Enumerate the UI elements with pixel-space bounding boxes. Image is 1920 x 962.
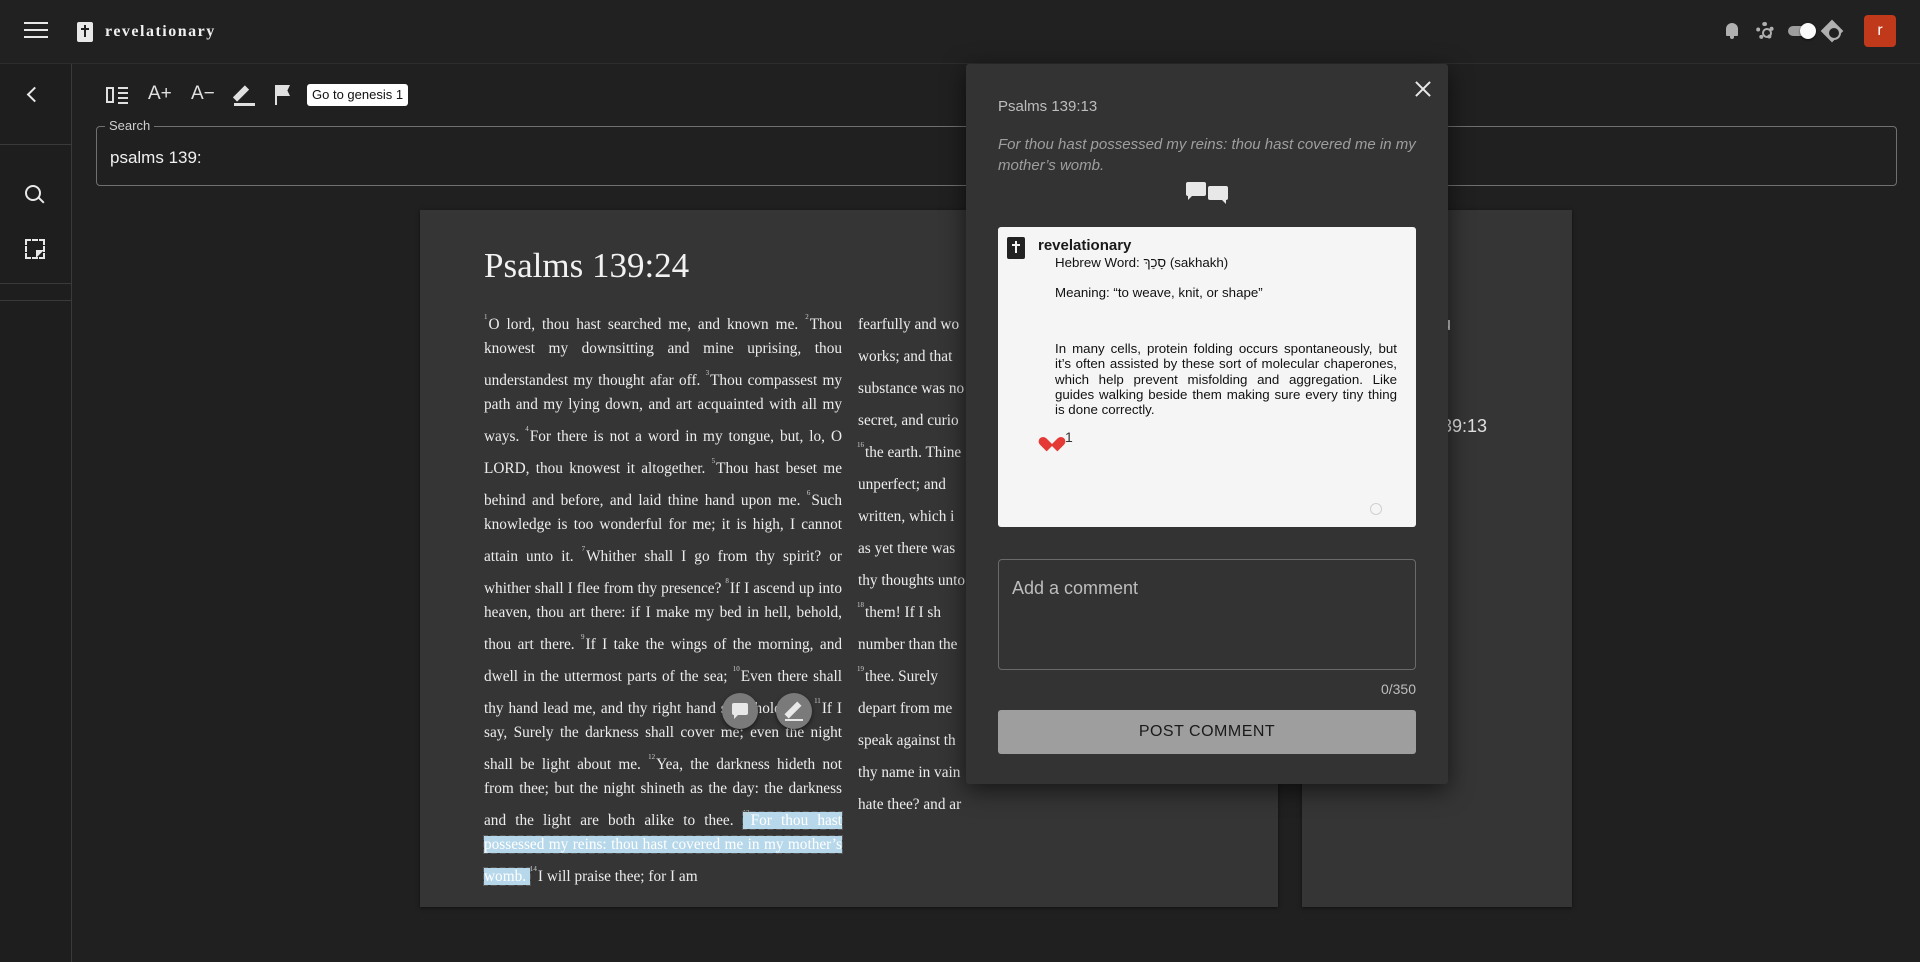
goto-chapter-button[interactable]: Go to genesis 1 — [307, 84, 409, 106]
verse-text: the earth. Thine — [865, 444, 962, 461]
verse-text: secret, and curio — [858, 412, 959, 429]
verse-text: depart from me — [858, 700, 953, 717]
verse-text: thy thoughts unto — [858, 572, 966, 589]
sidebar-divider — [0, 300, 71, 301]
verse-line[interactable]: hate thee? and ar — [857, 785, 1277, 817]
font-decrease-button[interactable]: A− — [191, 83, 215, 107]
comment-body: Hebrew Word: סָכַךְ (sakhakh) Meaning: “… — [1055, 255, 1397, 418]
verse-text: O lord, thou hast searched me, and known… — [488, 316, 806, 333]
verse-number: 5 — [711, 457, 716, 465]
char-counter: 0/350 — [1380, 681, 1416, 697]
selection-tool-icon[interactable] — [25, 239, 45, 259]
verse-text: speak against th — [858, 732, 956, 749]
notifications-bell-icon[interactable] — [1724, 22, 1740, 40]
top-app-bar: revelationary r — [0, 0, 1920, 64]
left-sidebar — [0, 64, 72, 962]
verse-text: number than the — [858, 636, 958, 653]
verse-number: 4 — [525, 425, 529, 433]
verse-text: written, which i — [858, 508, 955, 525]
side-card-reference: 39:13 — [1442, 416, 1488, 436]
comment-hebrew-line: Hebrew Word: סָכַךְ (sakhakh) — [1055, 255, 1229, 270]
sidebar-divider — [0, 144, 71, 145]
comment-input[interactable] — [998, 559, 1416, 670]
post-comment-button[interactable]: POST COMMENT — [998, 710, 1416, 754]
comment-paragraph: In many cells, protein folding occurs sp… — [1055, 340, 1397, 418]
sidebar-divider — [0, 283, 71, 284]
search-input[interactable]: psalms 139: — [110, 148, 202, 168]
theme-toggle-switch[interactable] — [1786, 23, 1816, 39]
like-count: 1 — [1065, 429, 1073, 445]
verse-text: as yet there was — [858, 540, 956, 557]
search-icon[interactable] — [25, 185, 47, 207]
verse-text: substance was no — [858, 380, 965, 397]
search-field-label: Search — [105, 118, 155, 133]
verse[interactable]: 1O lord, thou hast searched me, and know… — [484, 313, 806, 333]
verse-number: 14 — [529, 865, 537, 873]
verse-comments-dialog: Psalms 139:13 For thou hast possessed my… — [966, 64, 1448, 784]
chevron-left-icon[interactable] — [26, 86, 43, 103]
verse-text: thy name in vain — [858, 764, 961, 781]
toggle-thumb — [1800, 23, 1816, 39]
verse-number: 1 — [484, 313, 488, 321]
brightness-icon[interactable] — [1822, 21, 1842, 41]
verse-number: 19 — [857, 665, 864, 673]
verse-number: 18 — [857, 601, 864, 609]
verse-number: 10 — [732, 665, 740, 673]
verse-line[interactable]: 22against thee? I — [857, 817, 1277, 825]
dialog-verse-reference: Psalms 139:13 — [998, 98, 1098, 115]
heart-icon[interactable] — [1044, 431, 1060, 445]
comment-author: revelationary — [1038, 237, 1132, 254]
verse-number: 8 — [725, 577, 729, 585]
page-title: Psalms 139:24 — [484, 246, 690, 285]
font-increase-button[interactable]: A+ — [148, 83, 172, 107]
verse-text: thee. Surely — [865, 668, 939, 685]
columns-layout-icon[interactable] — [106, 83, 128, 107]
dialog-verse-text: For thou hast possessed my reins: thou h… — [998, 136, 1416, 174]
comment-card: revelationary Hebrew Word: סָכַךְ (sakha… — [998, 227, 1416, 527]
verse-number: 2 — [805, 313, 809, 321]
highlight-pen-icon[interactable] — [234, 83, 256, 107]
verse[interactable]: 14I will praise thee; for I am — [529, 865, 698, 885]
verse-number: 9 — [580, 633, 585, 641]
verse-text: fearfully and wo — [858, 316, 960, 333]
close-icon[interactable] — [1414, 80, 1432, 98]
verse-text: unperfect; and — [858, 476, 946, 493]
bookmark-flag-icon[interactable] — [275, 83, 291, 107]
verse-number: 12 — [648, 753, 656, 761]
bible-logo-icon — [77, 22, 93, 42]
settings-gear-icon[interactable] — [1756, 22, 1774, 40]
verse-number: 3 — [705, 369, 710, 377]
app-title: revelationary — [105, 23, 216, 40]
menu-icon[interactable] — [24, 22, 48, 42]
comment-meaning-line: Meaning: “to weave, knit, or shape” — [1055, 285, 1263, 301]
edit-highlight-fab[interactable] — [776, 693, 812, 729]
verse-text: them! If I sh — [865, 604, 942, 621]
verse-number: 13 — [742, 809, 750, 817]
verse-number: 6 — [806, 489, 811, 497]
text-column-left: 1O lord, thou hast searched me, and know… — [483, 305, 843, 889]
comments-icon — [1186, 182, 1230, 208]
verse-text: works; and that — [858, 348, 953, 365]
verse-text: I will praise thee; for I am — [537, 868, 698, 885]
verse-number: 11 — [814, 697, 821, 705]
verse-number: 7 — [581, 545, 586, 553]
user-avatar[interactable]: r — [1864, 15, 1896, 47]
add-comment-fab[interactable] — [722, 693, 758, 729]
verse-text: hate thee? and ar — [858, 796, 962, 813]
reply-icon[interactable] — [1370, 503, 1382, 515]
verse-number: 16 — [857, 441, 864, 449]
author-bible-icon — [1007, 237, 1025, 259]
